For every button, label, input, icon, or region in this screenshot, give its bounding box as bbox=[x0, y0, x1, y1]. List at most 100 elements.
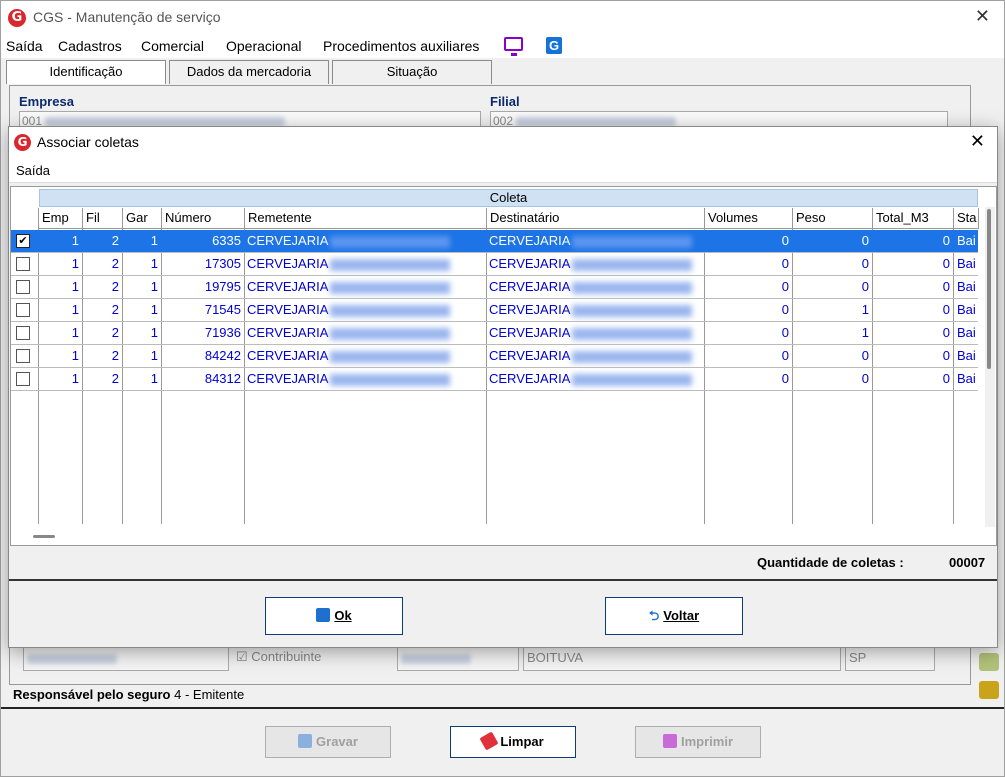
document-icon[interactable] bbox=[979, 653, 999, 671]
table-row[interactable]: 1 2 1 19795 CERVEJARIA CERVEJARIA 0 0 0 Bai bbox=[11, 276, 978, 299]
row-checkbox[interactable] bbox=[16, 257, 30, 271]
cell-numero: 71936 bbox=[162, 322, 244, 344]
cell-emp: 1 bbox=[39, 276, 82, 298]
cidade-field[interactable]: BOITUVA bbox=[523, 645, 841, 671]
horizontal-scroll-thumb[interactable] bbox=[33, 535, 55, 538]
vertical-scroll-thumb[interactable] bbox=[987, 209, 991, 369]
menu-comercial[interactable]: Comercial bbox=[141, 38, 204, 54]
monitor-icon[interactable] bbox=[504, 37, 523, 56]
close-icon[interactable]: ✕ bbox=[975, 6, 990, 27]
cell-numero: 84242 bbox=[162, 345, 244, 367]
col-total-m3[interactable]: Total_M3 bbox=[873, 208, 954, 229]
cell-destinatario-text: CERVEJARIA bbox=[489, 256, 571, 271]
cell-status: Bai bbox=[957, 345, 979, 367]
row-checkbox[interactable] bbox=[16, 372, 30, 386]
ok-label: Ok bbox=[334, 608, 352, 623]
cell-volumes-text: 0 bbox=[781, 233, 789, 248]
dialog-menu-bar: Saída bbox=[9, 157, 997, 183]
redacted-text bbox=[572, 350, 693, 363]
cell-total-m3-text: 0 bbox=[942, 233, 950, 248]
cell-volumes: 0 bbox=[705, 253, 792, 275]
menu-operacional[interactable]: Operacional bbox=[226, 38, 302, 54]
col-volumes[interactable]: Volumes bbox=[705, 208, 793, 229]
col-fil[interactable]: Fil bbox=[83, 208, 123, 229]
cell-destinatario: CERVEJARIA bbox=[489, 299, 704, 321]
cell-numero-text: 71936 bbox=[204, 325, 241, 340]
redacted-text bbox=[572, 373, 693, 386]
col-gar[interactable]: Gar bbox=[123, 208, 162, 229]
cell-numero: 84312 bbox=[162, 368, 244, 390]
col-remetente[interactable]: Remetente bbox=[245, 208, 487, 229]
doc-field[interactable] bbox=[23, 645, 229, 671]
cell-destinatario-text: CERVEJARIA bbox=[489, 348, 571, 363]
cell-remetente: CERVEJARIA bbox=[247, 345, 486, 367]
cell-destinatario-text: CERVEJARIA bbox=[489, 233, 571, 248]
cell-emp: 1 bbox=[39, 230, 82, 252]
cell-peso: 0 bbox=[793, 253, 872, 275]
coletas-grid[interactable]: Coleta Emp Fil Gar Número Remetente Dest… bbox=[10, 186, 997, 546]
limpar-button[interactable]: Limpar bbox=[450, 726, 576, 758]
ok-button[interactable]: Ok bbox=[265, 597, 403, 635]
row-checkbox[interactable] bbox=[16, 303, 30, 317]
row-checkbox[interactable] bbox=[16, 280, 30, 294]
menu-saida[interactable]: Saída bbox=[6, 38, 43, 54]
cell-destinatario: CERVEJARIA bbox=[489, 276, 704, 298]
ie-field[interactable] bbox=[397, 645, 519, 671]
redacted-text bbox=[330, 373, 451, 386]
cell-total-m3: 0 bbox=[873, 322, 953, 344]
col-destinatario[interactable]: Destinatário bbox=[487, 208, 705, 229]
table-row[interactable]: ✔ 1 2 1 6335 CERVEJARIA CERVEJARIA 0 0 0 Bai bbox=[11, 230, 978, 253]
cell-status-text: Bai bbox=[957, 279, 976, 294]
imprimir-button[interactable]: Imprimir bbox=[635, 726, 761, 758]
filial-label: Filial bbox=[490, 94, 520, 109]
menu-procedimentos-auxiliares[interactable]: Procedimentos auxiliares bbox=[323, 38, 479, 54]
cell-volumes-text: 0 bbox=[781, 256, 789, 271]
cell-numero: 71545 bbox=[162, 299, 244, 321]
contribuinte-checkbox[interactable]: ☑ Contribuinte bbox=[233, 645, 393, 671]
tab-identificacao[interactable]: Identificação bbox=[6, 60, 166, 84]
gravar-button[interactable]: Gravar bbox=[265, 726, 391, 758]
cell-peso: 1 bbox=[793, 322, 872, 344]
cell-gar: 1 bbox=[123, 368, 161, 390]
cell-remetente: CERVEJARIA bbox=[247, 299, 486, 321]
row-checkbox[interactable]: ✔ bbox=[16, 234, 30, 248]
cell-emp: 1 bbox=[39, 253, 82, 275]
cell-gar-text: 1 bbox=[150, 325, 158, 340]
uf-field[interactable]: SP bbox=[845, 645, 935, 671]
menu-bar: Saída Cadastros Comercial Operacional Pr… bbox=[1, 34, 1004, 58]
cell-fil-text: 2 bbox=[111, 371, 119, 386]
cell-volumes: 0 bbox=[705, 322, 792, 344]
redacted-text bbox=[572, 281, 693, 294]
menu-cadastros[interactable]: Cadastros bbox=[58, 38, 122, 54]
row-checkbox[interactable] bbox=[16, 326, 30, 340]
dialog-close-icon[interactable]: ✕ bbox=[970, 131, 985, 152]
table-row[interactable]: 1 2 1 71545 CERVEJARIA CERVEJARIA 0 1 0 Bai bbox=[11, 299, 978, 322]
cell-total-m3: 0 bbox=[873, 276, 953, 298]
tab-situacao[interactable]: Situação bbox=[332, 60, 492, 84]
col-emp[interactable]: Emp bbox=[39, 208, 83, 229]
car-icon[interactable] bbox=[979, 681, 999, 699]
cell-destinatario-text: CERVEJARIA bbox=[489, 302, 571, 317]
cell-fil-text: 2 bbox=[111, 233, 119, 248]
table-row[interactable]: 1 2 1 71936 CERVEJARIA CERVEJARIA 0 1 0 Bai bbox=[11, 322, 978, 345]
dialog-menu-saida[interactable]: Saída bbox=[16, 163, 50, 178]
col-peso[interactable]: Peso bbox=[793, 208, 873, 229]
voltar-button[interactable]: ⮌ Voltar bbox=[605, 597, 743, 635]
cell-gar-text: 1 bbox=[150, 371, 158, 386]
cell-total-m3-text: 0 bbox=[942, 302, 950, 317]
table-row[interactable]: 1 2 1 84312 CERVEJARIA CERVEJARIA 0 0 0 Bai bbox=[11, 368, 978, 391]
limpar-label: Limpar bbox=[500, 734, 544, 749]
cell-numero-text: 19795 bbox=[204, 279, 241, 294]
tab-dados-mercadoria[interactable]: Dados da mercadoria bbox=[169, 60, 329, 84]
table-row[interactable]: 1 2 1 84242 CERVEJARIA CERVEJARIA 0 0 0 Bai bbox=[11, 345, 978, 368]
app-g-icon[interactable]: G bbox=[546, 37, 562, 54]
quantidade-label: Quantidade de coletas : bbox=[757, 555, 904, 570]
table-row[interactable]: 1 2 1 17305 CERVEJARIA CERVEJARIA 0 0 0 Bai bbox=[11, 253, 978, 276]
col-numero[interactable]: Número bbox=[162, 208, 245, 229]
col-status[interactable]: Sta bbox=[954, 208, 979, 229]
cell-total-m3: 0 bbox=[873, 299, 953, 321]
cell-volumes: 0 bbox=[705, 368, 792, 390]
row-checkbox[interactable] bbox=[16, 349, 30, 363]
cell-total-m3-text: 0 bbox=[942, 325, 950, 340]
cell-gar-text: 1 bbox=[150, 233, 158, 248]
